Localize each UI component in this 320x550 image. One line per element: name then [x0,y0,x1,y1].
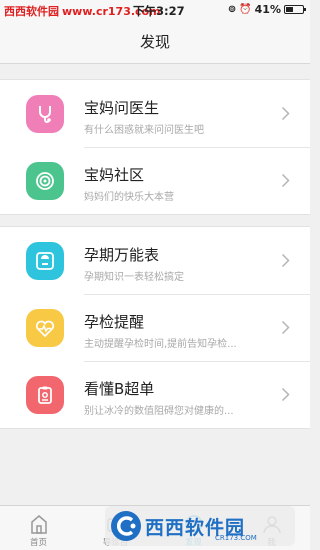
menu-item-title: 宝妈问医生 [84,99,160,117]
status-time: 下午3:27 [133,4,185,18]
tab-home[interactable]: 首页 [0,506,77,550]
menu-item-ultrasound-report[interactable]: 看懂B超单 别让冰冷的数值阻碍您对健康的... [0,361,310,428]
menu-group-2: 孕期万能表 孕期知识一表轻松搞定 孕检提醒 主动提醒孕检时间,提前告知孕检...… [0,226,310,429]
status-bar: 西西软件园 www.cr173.com 下午3:27 ⊚ ⏰ 41% [0,0,310,20]
menu-item-community[interactable]: 宝妈社区 妈妈们的快乐大本营 [0,147,310,214]
menu-item-pregnancy-table[interactable]: 孕期万能表 孕期知识一表轻松搞定 [0,227,310,294]
home-icon [30,515,47,534]
stethoscope-icon [26,95,64,133]
chevron-right-icon [281,173,290,188]
menu-item-checkup-reminder[interactable]: 孕检提醒 主动提醒孕检时间,提前告知孕检... [0,294,310,361]
menu-item-subtitle: 孕期知识一表轻松搞定 [84,272,184,283]
scale-icon [26,242,64,280]
community-icon [26,162,64,200]
orientation-lock-icon: ⊚ [227,4,237,15]
battery-percent: 41% [254,3,281,16]
menu-group-1: 宝妈问医生 有什么困惑就来问问医生吧 宝妈社区 妈妈们的快乐大本营 [0,79,310,215]
report-icon [26,376,64,414]
tab-label: 首页 [29,538,47,548]
page-title: 发现 [139,33,170,51]
watermark-site-name: 西西软件园 [4,5,59,18]
menu-item-ask-doctor[interactable]: 宝妈问医生 有什么困惑就来问问医生吧 [0,80,310,147]
heartbeat-icon [26,309,64,347]
menu-item-title: 孕检提醒 [84,313,145,331]
menu-item-title: 看懂B超单 [84,380,155,398]
watermark-logo-icon [111,511,141,541]
chevron-right-icon [281,253,290,268]
watermark-overlay: 西西软件园 CR173.COM [105,506,295,546]
chevron-right-icon [281,106,290,121]
menu-item-subtitle: 妈妈们的快乐大本营 [84,192,174,203]
alarm-icon: ⏰ [239,4,252,15]
menu-item-title: 宝妈社区 [84,166,145,184]
status-indicators: ⊚ ⏰ 41% [227,3,306,16]
nav-bar: 发现 [0,20,310,64]
chevron-right-icon [281,387,290,402]
menu-item-title: 孕期万能表 [84,246,160,264]
menu-item-subtitle: 别让冰冷的数值阻碍您对健康的... [84,406,234,417]
battery-level-fill [286,7,293,12]
chevron-right-icon [281,320,290,335]
watermark-url: CR173.COM [215,534,257,542]
battery-icon [284,5,306,14]
menu-item-subtitle: 有什么困惑就来问问医生吧 [84,125,204,136]
menu-item-subtitle: 主动提醒孕检时间,提前告知孕检... [84,339,237,350]
